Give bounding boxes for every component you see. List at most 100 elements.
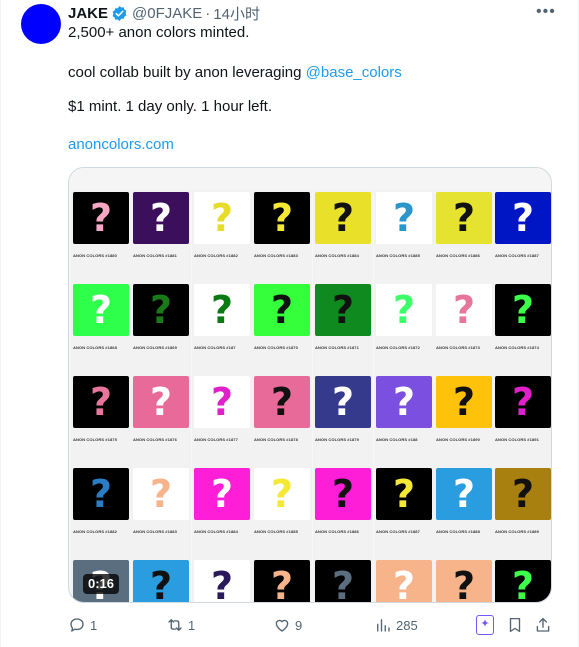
nft-tile: ? ANON COLORS #1885	[252, 466, 312, 558]
nft-caption: ANON COLORS #1883	[133, 529, 177, 534]
question-mark-icon: ?	[133, 560, 189, 602]
nft-caption: ANON COLORS #1890	[436, 437, 480, 442]
avatar[interactable]	[21, 4, 61, 44]
nft-tile: ? ANON COLORS #1885	[374, 190, 434, 282]
question-mark-icon: ?	[495, 284, 551, 336]
nft-tile: ?	[252, 558, 312, 602]
views-button[interactable]: 285	[374, 614, 418, 636]
question-mark-icon: ?	[315, 376, 371, 428]
nft-caption: ANON COLORS #1870	[254, 345, 298, 350]
nft-caption: ANON COLORS #1887	[495, 253, 539, 258]
nft-tile: ?	[131, 558, 191, 602]
nft-tile: ? ANON COLORS #1870	[252, 282, 312, 374]
nft-caption: ANON COLORS #1879	[315, 437, 359, 442]
bookmark-button[interactable]	[506, 614, 524, 636]
video-duration: 0:16	[83, 574, 119, 594]
nft-tile: ? ANON COLORS #1875	[71, 374, 131, 466]
nft-tile: ? ANON COLORS #1884	[192, 466, 252, 558]
question-mark-icon: ?	[495, 560, 551, 602]
nft-tile: ? ANON COLORS #1874	[493, 282, 551, 374]
nft-tile: ? ANON COLORS #1868	[71, 282, 131, 374]
share-icon	[536, 617, 550, 632]
author-handle[interactable]: @0FJAKE	[132, 5, 202, 22]
question-mark-icon: ?	[436, 376, 492, 428]
question-mark-icon: ?	[194, 284, 250, 336]
question-mark-icon: ?	[376, 376, 432, 428]
share-button[interactable]	[534, 614, 552, 636]
nft-tile: ? ANON COLORS #1872	[374, 282, 434, 374]
nft-tile: ? ANON COLORS #1876	[131, 374, 191, 466]
verified-badge-icon[interactable]	[111, 5, 128, 22]
website-link[interactable]: anoncolors.com	[68, 135, 174, 155]
nft-tile: ? ANON COLORS #1884	[313, 190, 373, 282]
media-top-strip	[69, 168, 551, 190]
nft-caption: ANON COLORS #1887	[376, 529, 420, 534]
tweet-card[interactable]: JAKE @0FJAKE · 14小时 ••• 2,500+ anon colo…	[0, 0, 579, 647]
like-button[interactable]: 9	[273, 614, 302, 636]
views-chart-icon	[377, 619, 390, 632]
nft-caption: ANON COLORS #1885	[254, 529, 298, 534]
nft-caption: ANON COLORS #1881	[133, 253, 177, 258]
nft-caption: ANON COLORS #1884	[315, 253, 359, 258]
tweet-line-2: cool collab built by anon leveraging @ba…	[68, 63, 402, 83]
nft-tile: ? ANON COLORS #1871	[313, 282, 373, 374]
nft-tile: ? ANON COLORS #1881	[131, 190, 191, 282]
nft-tile: ? ANON COLORS #1882	[192, 190, 252, 282]
nft-tile: ? ANON COLORS #1886	[434, 190, 494, 282]
heart-icon	[275, 619, 289, 632]
tweet-timestamp[interactable]: 14小时	[213, 3, 260, 24]
question-mark-icon: ?	[73, 376, 129, 428]
question-mark-icon: ?	[315, 192, 371, 244]
nft-caption: ANON COLORS #1878	[254, 437, 298, 442]
nft-caption: ANON COLORS #1868	[73, 345, 117, 350]
question-mark-icon: ?	[254, 192, 310, 244]
question-mark-icon: ?	[73, 284, 129, 336]
nft-tile: ? ANON COLORS #1877	[192, 374, 252, 466]
nft-caption: ANON COLORS #1873	[436, 345, 480, 350]
author-name[interactable]: JAKE	[68, 5, 108, 22]
nft-tile: ? ANON COLORS #1891	[493, 374, 551, 466]
nft-caption: ANON COLORS #1883	[254, 253, 298, 258]
nft-caption: ANON COLORS #1886	[436, 253, 480, 258]
question-mark-icon: ?	[376, 468, 432, 520]
nft-caption: ANON COLORS #1885	[376, 253, 420, 258]
question-mark-icon: ?	[73, 192, 129, 244]
question-mark-icon: ?	[194, 192, 250, 244]
nft-tile: ? ANON COLORS #1873	[434, 282, 494, 374]
nft-tile: ? ANON COLORS #1887	[374, 466, 434, 558]
retweet-icon	[168, 619, 182, 631]
video-media[interactable]: ? ANON COLORS #1880? ANON COLORS #1881? ANO…	[68, 167, 552, 603]
question-mark-icon: ?	[194, 560, 250, 602]
question-mark-icon: ?	[194, 468, 250, 520]
nft-caption: ANON COLORS #1886	[315, 529, 359, 534]
tweet-line-3: $1 mint. 1 day only. 1 hour left.	[68, 98, 273, 115]
reply-count: 1	[90, 617, 98, 633]
nft-tile: ? ANON COLORS #188	[374, 374, 434, 466]
nft-caption: ANON COLORS #1889	[495, 529, 539, 534]
question-mark-icon: ?	[133, 284, 189, 336]
nft-caption: ANON COLORS #188	[376, 437, 418, 442]
mention-link[interactable]: @base_colors	[306, 64, 402, 81]
nft-caption: ANON COLORS #1888	[436, 529, 480, 534]
question-mark-icon: ?	[495, 468, 551, 520]
nft-tile: ? ANON COLORS #187	[192, 282, 252, 374]
nft-tile: ? ANON COLORS #1878	[252, 374, 312, 466]
question-mark-icon: ?	[73, 468, 129, 520]
question-mark-icon: ?	[436, 284, 492, 336]
retweet-button[interactable]: 1	[166, 614, 195, 636]
more-dots-icon[interactable]: •••	[536, 3, 555, 21]
nft-caption: ANON COLORS #187	[194, 345, 236, 350]
question-mark-icon: ?	[495, 376, 551, 428]
grok-icon[interactable]: ✦	[476, 615, 494, 635]
question-mark-icon: ?	[254, 560, 310, 602]
nft-caption: ANON COLORS #1874	[495, 345, 539, 350]
question-mark-icon: ?	[376, 560, 432, 602]
nft-tile: ?	[493, 558, 551, 602]
bookmark-icon	[509, 617, 521, 633]
nft-caption: ANON COLORS #1880	[73, 253, 117, 258]
question-mark-icon: ?	[254, 376, 310, 428]
reply-button[interactable]: 1	[68, 614, 97, 636]
nft-tile: ? ANON COLORS #1883	[252, 190, 312, 282]
nft-caption: ANON COLORS #1884	[194, 529, 238, 534]
question-mark-icon: ?	[315, 560, 371, 602]
